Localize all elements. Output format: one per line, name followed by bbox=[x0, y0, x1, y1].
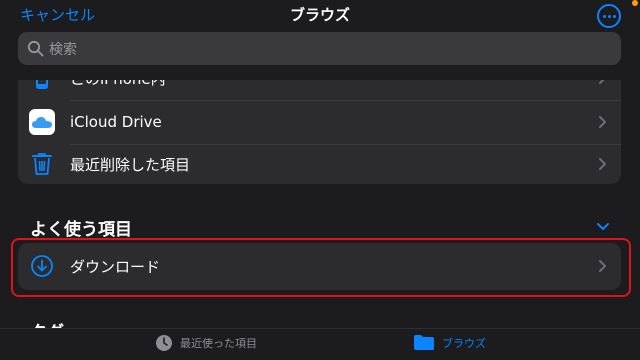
list-item-label: ダウンロード bbox=[70, 257, 161, 276]
divider bbox=[70, 100, 621, 101]
page-title: ブラウズ bbox=[289, 6, 350, 24]
chevron-right-icon bbox=[599, 158, 606, 170]
tab-bar: 最近使った項目 ブラウズ bbox=[0, 328, 640, 360]
tab-label: ブラウズ bbox=[442, 336, 486, 350]
chevron-down-icon[interactable] bbox=[596, 222, 610, 231]
folder-icon bbox=[414, 335, 434, 350]
search-icon bbox=[27, 40, 44, 57]
clock-icon bbox=[156, 335, 172, 351]
chevron-right-icon bbox=[599, 260, 606, 272]
list-item-recently-deleted[interactable]: 最近削除した項目 bbox=[18, 144, 621, 184]
list-item-downloads[interactable]: ダウンロード bbox=[18, 246, 621, 286]
search-placeholder: 検索 bbox=[49, 41, 77, 58]
list-item-label: iCloud Drive bbox=[70, 113, 162, 131]
chevron-right-icon bbox=[599, 116, 606, 128]
icloud-icon bbox=[29, 109, 55, 135]
tab-recents[interactable]: 最近使った項目 bbox=[155, 334, 257, 352]
favorites-heading: よく使う項目 bbox=[30, 220, 132, 240]
list-item-label: 最近削除した項目 bbox=[70, 155, 191, 174]
trash-icon bbox=[29, 151, 55, 177]
list-item-icloud-drive[interactable]: iCloud Drive bbox=[18, 102, 621, 142]
tab-browse[interactable]: ブラウズ bbox=[413, 334, 486, 351]
tab-label: 最近使った項目 bbox=[180, 337, 257, 350]
search-input[interactable]: 検索 bbox=[18, 32, 621, 65]
recording-indicator bbox=[632, 0, 638, 6]
navigation-bar: キャンセル ブラウズ 検索 bbox=[0, 0, 640, 80]
favorites-list: ダウンロード bbox=[18, 243, 621, 290]
ellipsis-circle-icon[interactable] bbox=[597, 4, 621, 28]
download-circle-icon bbox=[29, 253, 55, 279]
